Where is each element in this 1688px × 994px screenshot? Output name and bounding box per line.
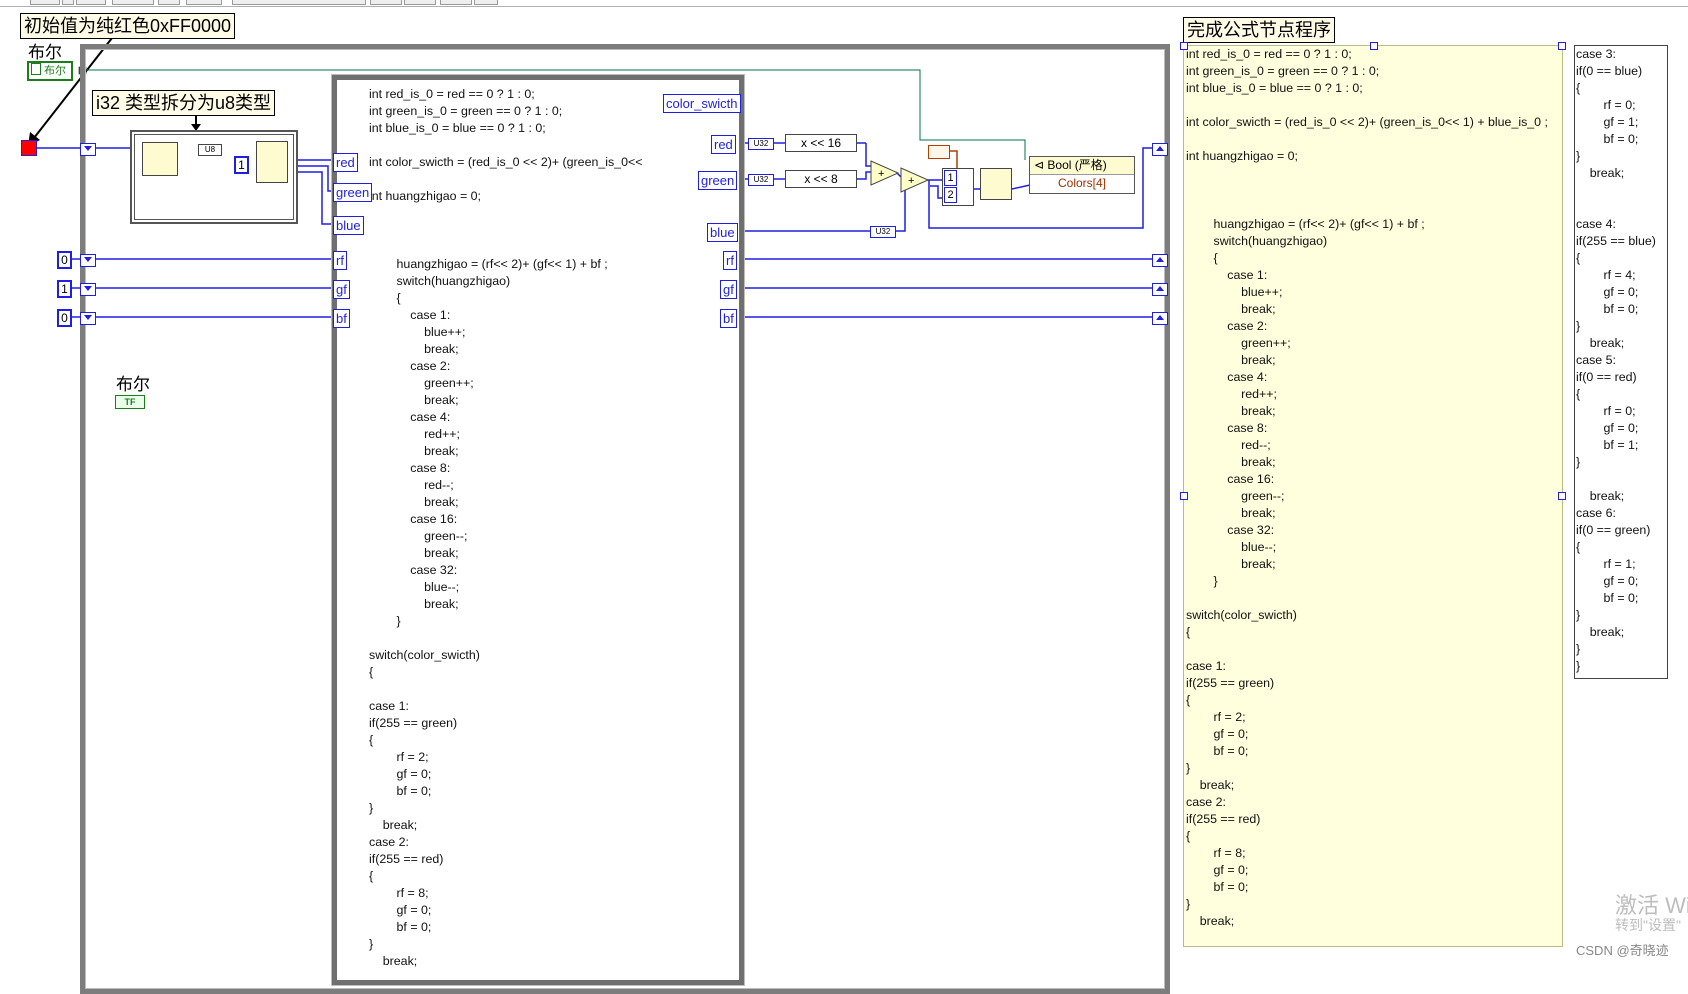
type-split-subvi[interactable]: U8 1 [130,130,298,224]
color-constant[interactable] [928,145,950,159]
property-node[interactable]: ⊲ Bool (严格) Colors[4] [1029,156,1135,194]
variant-to-data-icon [142,142,178,176]
bool-control-label: 布尔 [28,43,62,62]
panel-code-main: int red_is_0 = red == 0 ? 1 : 0; int gre… [1186,47,1548,928]
gf-init-constant[interactable]: 1 [57,280,72,298]
formula-input-gf[interactable]: gf [333,280,350,299]
shift-register-left-bf[interactable] [80,312,96,325]
formula-input-bf[interactable]: bf [333,309,350,328]
formula-output-color-switch[interactable]: color_swicth [663,94,741,113]
initial-value-note: 初始值为纯红色0xFF0000 [20,13,236,39]
formula-note: 完成公式节点程序 [1183,17,1335,43]
build-index-2[interactable]: 2 [944,187,957,203]
csdn-watermark: CSDN @奇晓迹 [1576,943,1669,958]
formula-code[interactable]: int red_is_0 = red == 0 ? 1 : 0; int gre… [369,86,642,970]
cluster-array-node[interactable] [980,168,1012,200]
formula-output-blue[interactable]: blue [707,223,738,242]
reference-icon: ⊲ [1034,158,1045,172]
formula-output-gf[interactable]: gf [720,280,737,299]
shift-8-expression[interactable]: x << 8 [785,170,857,188]
shift-register-left[interactable] [80,143,96,156]
bool-indicator: TF [115,395,145,409]
formula-output-bf[interactable]: bf [720,309,737,328]
to-u32-node[interactable]: U32 [870,226,896,238]
bool-control-text: 布尔 [44,65,66,77]
shift-16-expression[interactable]: x << 16 [785,134,857,152]
shift-register-right[interactable] [1152,143,1168,156]
shift-register-left-gf[interactable] [80,283,96,296]
resize-handle[interactable] [1370,42,1378,50]
code-panel-main: int red_is_0 = red == 0 ? 1 : 0; int gre… [1183,45,1563,947]
formula-input-blue[interactable]: blue [333,216,364,235]
bool-indicator-label: 布尔 [116,375,150,394]
build-array-node[interactable]: 1 2 [942,168,974,206]
property-colors[interactable]: Colors[4] [1030,175,1134,192]
add-node[interactable]: + [900,167,930,193]
svg-text:+: + [878,168,884,180]
shift-register-left-rf[interactable] [80,254,96,267]
resize-handle[interactable] [1180,42,1188,50]
rf-init-constant[interactable]: 0 [57,251,72,269]
index-constant[interactable]: 1 [234,156,249,174]
formula-input-green[interactable]: green [333,183,373,202]
bool-icon [31,63,41,75]
to-u32-node[interactable]: U32 [748,174,774,186]
formula-input-rf[interactable]: rf [333,251,347,270]
code-panel-side: case 3: if(0 == blue) { rf = 0; gf = 1; … [1574,45,1668,679]
build-index-1[interactable]: 1 [944,170,957,186]
activation-watermark-sub: 转到"设置" [1615,917,1681,933]
resize-handle[interactable] [1180,492,1188,500]
bool-control[interactable]: 布尔 [27,61,73,81]
shift-register-right-bf[interactable] [1152,312,1168,325]
index-array-icon [256,141,288,183]
shift-register-right-rf[interactable] [1152,254,1168,267]
shift-register-right-gf[interactable] [1152,283,1168,296]
panel-code-side: case 3: if(0 == blue) { rf = 0; gf = 1; … [1576,47,1656,673]
resize-handle[interactable] [1558,492,1566,500]
formula-output-red[interactable]: red [711,135,736,154]
add-node[interactable]: + [870,160,900,186]
bf-init-constant[interactable]: 0 [57,309,72,327]
u8-type-constant: U8 [198,144,222,156]
formula-input-red[interactable]: red [333,153,358,172]
red-color-led[interactable] [21,140,37,156]
formula-node[interactable]: int red_is_0 = red == 0 ? 1 : 0; int gre… [332,75,744,985]
to-u32-node[interactable]: U32 [748,138,774,150]
formula-output-rf[interactable]: rf [723,251,737,270]
svg-text:+: + [908,175,914,187]
resize-handle[interactable] [1558,42,1566,50]
formula-output-green[interactable]: green [698,171,738,190]
property-node-title: Bool (严格) [1047,158,1107,172]
